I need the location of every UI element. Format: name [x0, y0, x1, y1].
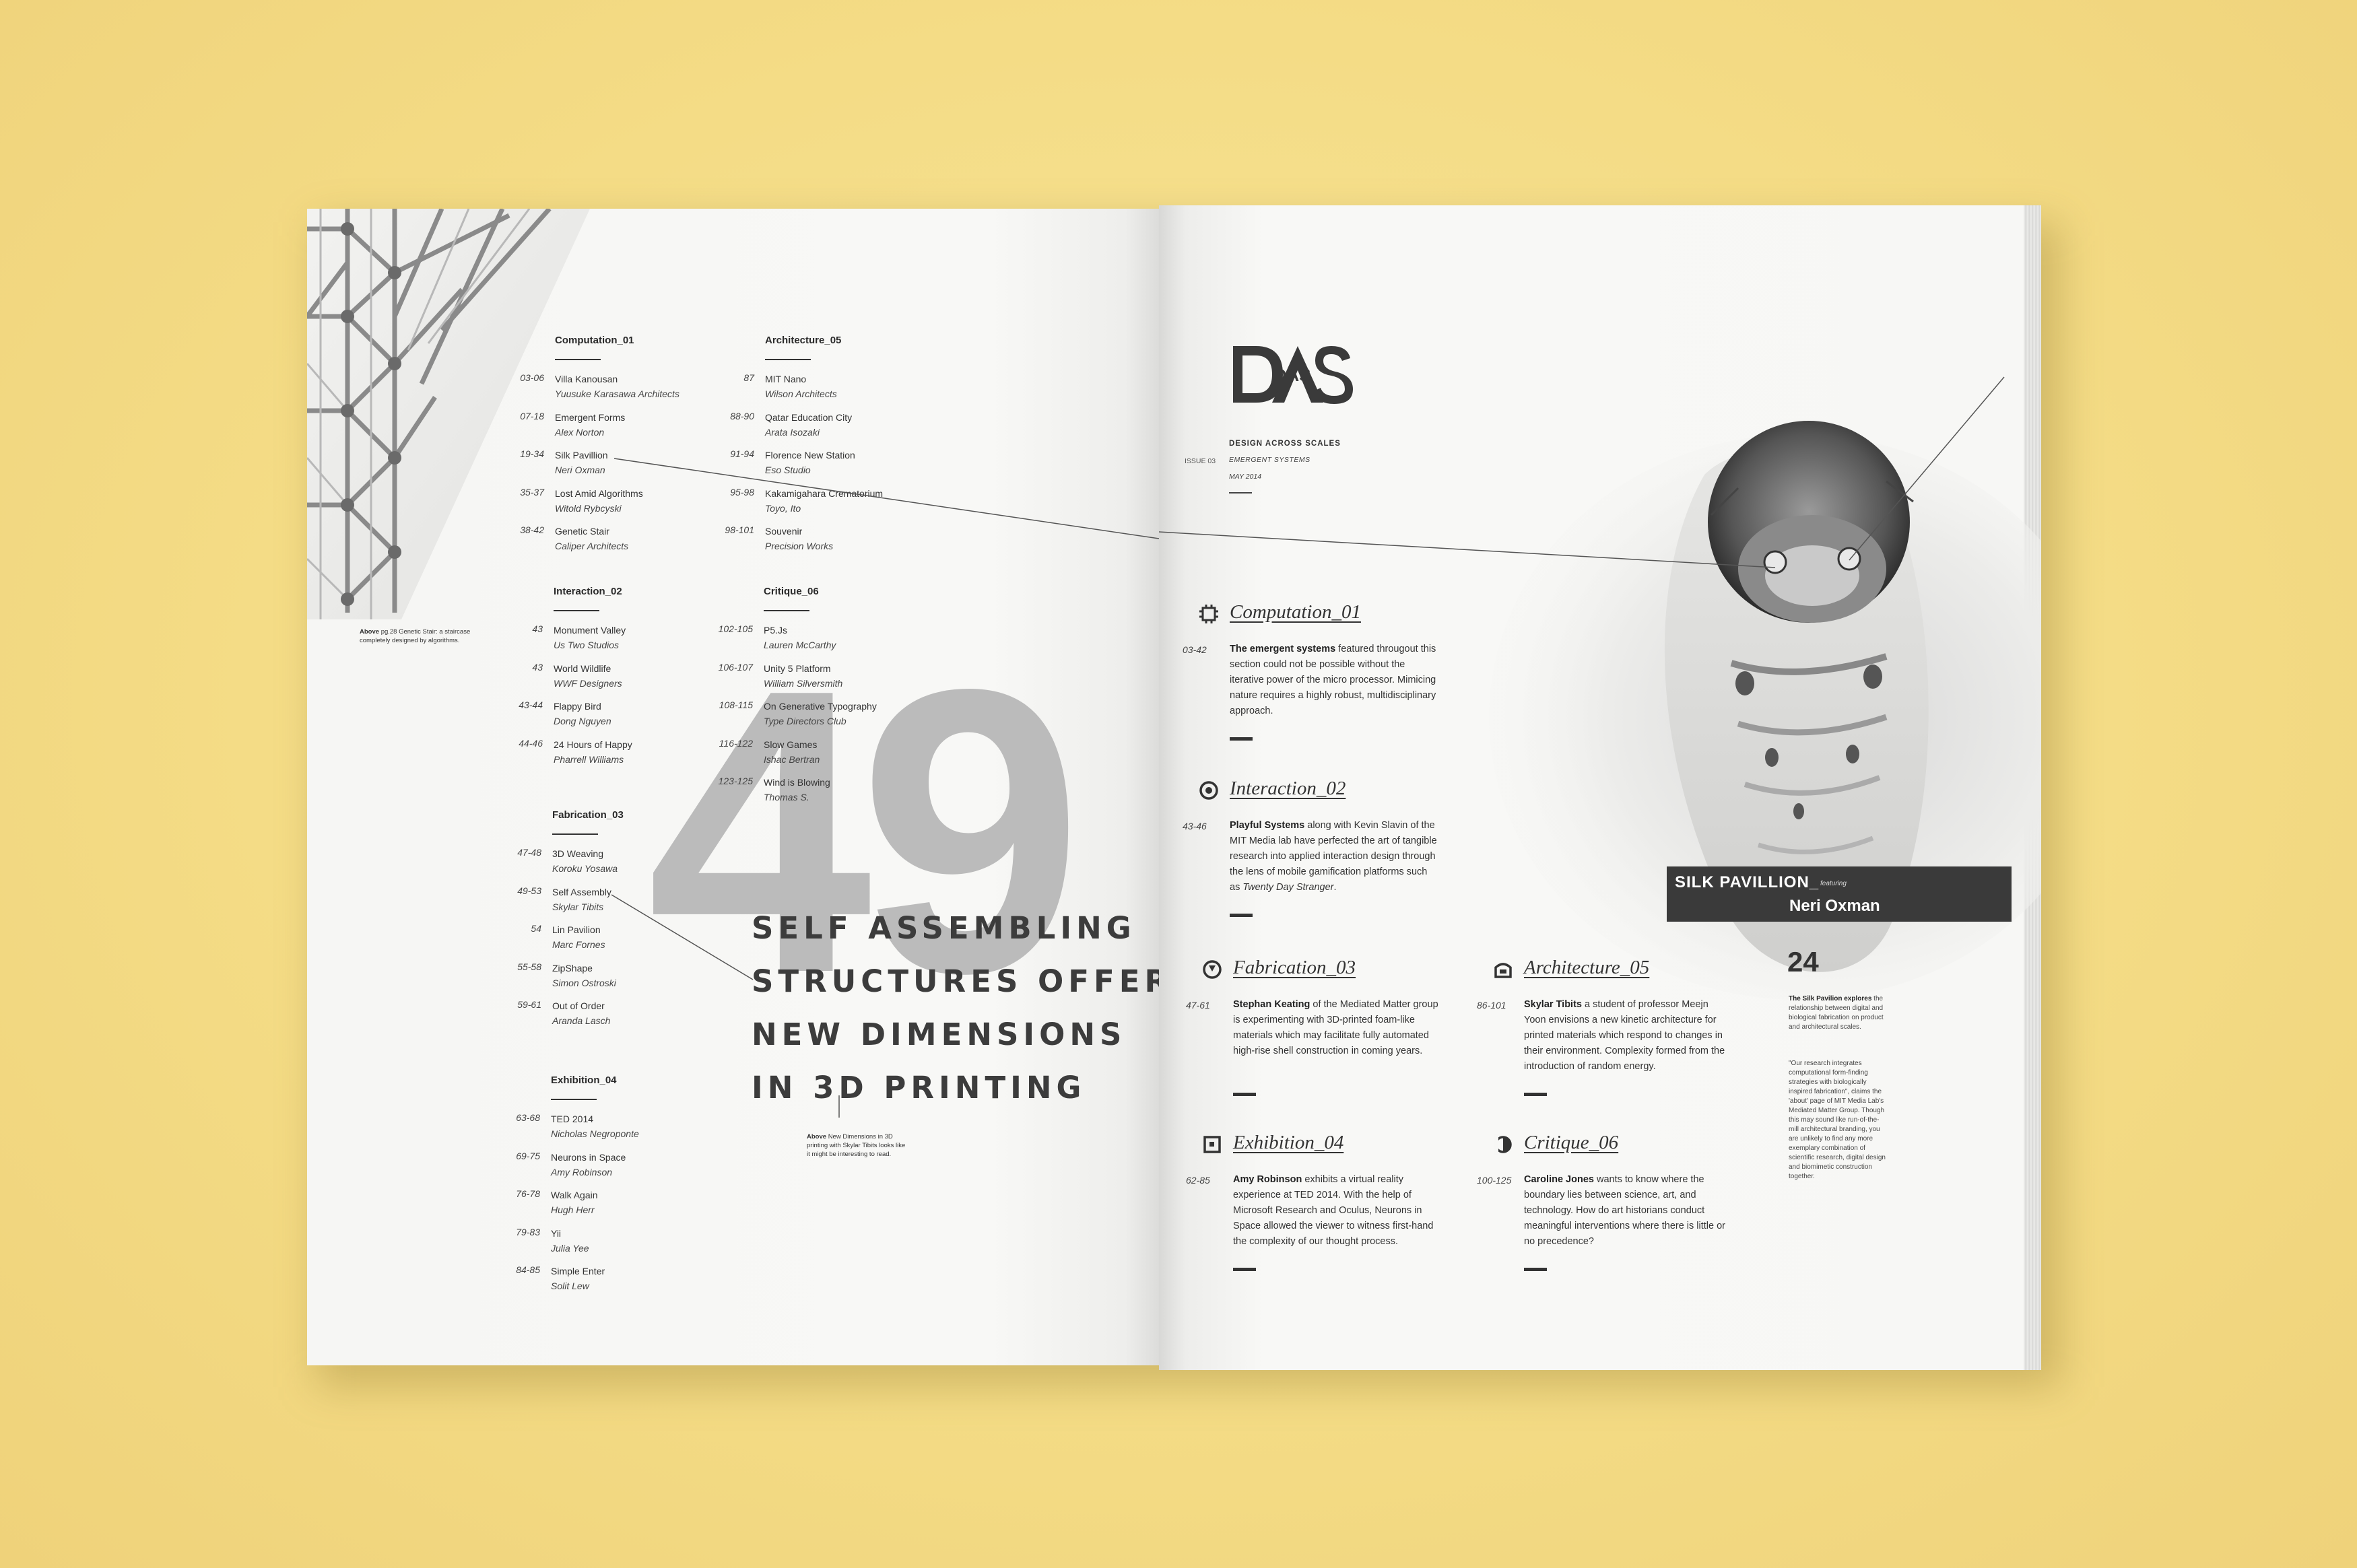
section-page-range: 100-125 [1477, 1175, 1512, 1186]
section-summary: Stephan Keating of the Mediated Matter g… [1233, 999, 1438, 1056]
das-logo: DAS [1233, 346, 1353, 404]
section-end-mark [1524, 1093, 1547, 1096]
headline-line-4: IN 3D PRINTING [752, 1070, 1086, 1105]
das-logo-text: DAS [1274, 365, 1311, 385]
section-end-mark [1230, 914, 1253, 917]
silk-pavillion-banner: SILK PAVILLION_ featuring Neri Oxman [1667, 866, 2012, 922]
headline-line-2: STRUCTURES OFFER [752, 963, 1159, 999]
section-title[interactable]: Exhibition_04 [1233, 1132, 1343, 1154]
frame-icon [1202, 1134, 1222, 1155]
headline-caption: Above New Dimensions in 3D printing with… [807, 1133, 906, 1158]
leader-lines [611, 458, 1159, 1118]
headline-line-1: SELF ASSEMBLING [752, 910, 1136, 946]
section-summary: Skylar Tibits a student of professor Mee… [1524, 999, 1725, 1072]
target-icon [1199, 780, 1219, 800]
section-page-range: 86-101 [1477, 1000, 1506, 1011]
chip-icon [1199, 604, 1219, 624]
half-circle-icon [1493, 1134, 1513, 1155]
section-page-range: 43-46 [1183, 821, 1207, 831]
section-page-range: 03-42 [1183, 644, 1207, 655]
section-summary: The emergent systems featured througout … [1230, 644, 1436, 716]
right-page: DAS DESIGN ACROSS SCALES ISSUE 03 EMERGE… [1159, 205, 2041, 1370]
section-page-range: 47-61 [1186, 1000, 1210, 1011]
sidebar-intro: The Silk Pavilion explores the relations… [1789, 995, 1884, 1031]
section-title[interactable]: Computation_01 [1230, 601, 1361, 623]
section-title[interactable]: Architecture_05 [1524, 957, 1649, 979]
section-summary: Playful Systems along with Kevin Slavin … [1230, 820, 1437, 893]
section-end-mark [1230, 737, 1253, 741]
section-end-mark [1233, 1268, 1256, 1271]
sidebar-number: 24 [1787, 946, 1819, 978]
masthead-date: MAY 2014 [1229, 473, 1262, 481]
section-summary: Caroline Jones wants to know where the b… [1524, 1174, 1726, 1247]
masthead-title: DESIGN ACROSS SCALES [1229, 440, 1341, 448]
section-end-mark [1524, 1268, 1547, 1271]
masthead-issue: ISSUE 03 [1185, 457, 1216, 465]
section-end-mark [1233, 1093, 1256, 1096]
left-page: Above pg.28 Genetic Stair: a staircase c… [307, 209, 1159, 1365]
section-page-range: 62-85 [1186, 1175, 1210, 1186]
section-title[interactable]: Fabrication_03 [1233, 957, 1356, 979]
nozzle-icon [1202, 959, 1222, 980]
headline-line-3: NEW DIMENSIONS [752, 1017, 1127, 1052]
masthead-subtitle: EMERGENT SYSTEMS [1229, 456, 1310, 464]
section-title[interactable]: Critique_06 [1524, 1132, 1618, 1154]
section-summary: Amy Robinson exhibits a virtual reality … [1233, 1174, 1434, 1247]
sidebar-quote: "Our research integrates computational f… [1789, 1060, 1886, 1180]
masthead-rule [1229, 492, 1252, 493]
section-title[interactable]: Interaction_02 [1230, 778, 1346, 800]
building-icon [1493, 959, 1513, 980]
